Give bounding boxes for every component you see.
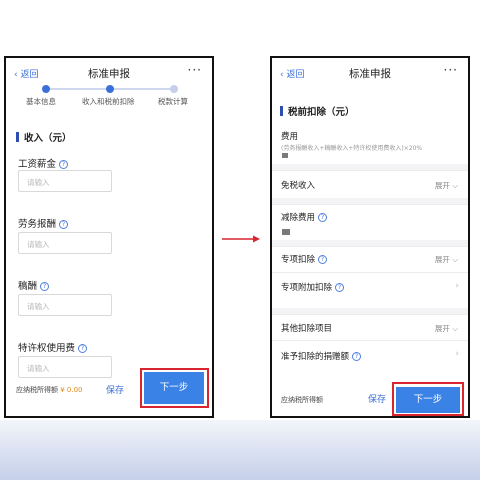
background-blur bbox=[0, 420, 480, 480]
more-icon[interactable]: ··· bbox=[188, 63, 202, 77]
taxable-income-amount: ¥ 0.00 bbox=[60, 386, 83, 394]
row-donation-deduction[interactable]: 准予扣除的捐赠额? › bbox=[272, 340, 468, 370]
franchise-fee-input[interactable]: 请输入 bbox=[18, 356, 112, 378]
fee-label: 费用 bbox=[281, 132, 299, 142]
row-label: 专项扣除? bbox=[281, 253, 328, 265]
right-screen: ‹ 返回 标准申报 ··· 税前扣除（元） 费用 (劳务报酬收入+稿酬收入+特许… bbox=[270, 56, 470, 418]
step-dot-2 bbox=[106, 85, 114, 93]
fee-formula-hint: (劳务报酬收入+稿酬收入+特许权使用费收入)×20% bbox=[281, 145, 423, 152]
field-label-salary: 工资薪金? bbox=[18, 156, 69, 170]
row-label: 准予扣除的捐赠额? bbox=[281, 350, 362, 362]
section-label: 税前扣除（元） bbox=[288, 107, 355, 118]
help-icon[interactable]: ? bbox=[352, 352, 362, 361]
step-label-2: 收入和税前扣除 bbox=[82, 97, 135, 106]
chevron-down-icon: ⌵ bbox=[452, 255, 458, 264]
highlight-box bbox=[140, 368, 209, 408]
save-button[interactable]: 保存 bbox=[368, 392, 386, 405]
help-icon[interactable]: ? bbox=[318, 255, 328, 264]
step-dot-3 bbox=[170, 85, 178, 93]
help-icon[interactable]: ? bbox=[318, 213, 328, 222]
row-special-additional-deduction[interactable]: 专项附加扣除? › bbox=[272, 272, 468, 308]
field-label-royalty: 稿酬? bbox=[18, 278, 50, 292]
help-icon[interactable]: ? bbox=[40, 282, 50, 291]
page-title: 标准申报 bbox=[88, 68, 130, 80]
row-label: 免税收入 bbox=[281, 181, 316, 191]
row-label: 减除费用? bbox=[281, 211, 328, 223]
section-marker bbox=[280, 106, 283, 116]
taxable-income-label: 应纳税所得额 bbox=[281, 396, 323, 404]
step-label-3: 税款计算 bbox=[158, 97, 188, 106]
nav-bar: ‹ 返回 标准申报 ··· bbox=[6, 63, 212, 84]
highlight-box bbox=[392, 382, 464, 416]
step-dot-1 bbox=[42, 85, 50, 93]
page-title: 标准申报 bbox=[349, 68, 391, 80]
save-button[interactable]: 保存 bbox=[106, 383, 124, 396]
chevron-down-icon: ⌵ bbox=[452, 324, 458, 333]
expand-toggle[interactable]: 展开 ⌵ bbox=[435, 180, 458, 191]
chevron-right-icon: › bbox=[455, 281, 459, 291]
row-label: 其他扣除项目 bbox=[281, 324, 333, 334]
row-special-deduction[interactable]: 专项扣除? 展开 ⌵ bbox=[272, 246, 468, 272]
help-icon[interactable]: ? bbox=[59, 160, 69, 169]
section-title: 税前扣除（元） bbox=[280, 104, 355, 118]
help-icon[interactable]: ? bbox=[78, 344, 88, 353]
chevron-right-icon: › bbox=[455, 349, 459, 359]
expand-toggle[interactable]: 展开 ⌵ bbox=[435, 323, 458, 334]
salary-input[interactable]: 请输入 bbox=[18, 170, 112, 192]
more-icon[interactable]: ··· bbox=[444, 63, 458, 77]
row-deduction-expense: 减除费用? bbox=[272, 204, 468, 240]
author-remuneration-input[interactable]: 请输入 bbox=[18, 294, 112, 316]
section-label: 收入（元） bbox=[24, 133, 72, 144]
row-label: 专项附加扣除? bbox=[281, 281, 345, 293]
taxable-income-label: 应纳税所得额 ¥ 0.00 bbox=[16, 386, 83, 394]
labor-remuneration-input[interactable]: 请输入 bbox=[18, 232, 112, 254]
value-redacted bbox=[282, 229, 290, 235]
left-screen: ‹ 返回 标准申报 ··· 基本信息 收入和税前扣除 税款计算 收入（元） 工资… bbox=[4, 56, 214, 418]
step-label-1: 基本信息 bbox=[26, 97, 56, 106]
fee-value-redacted bbox=[282, 153, 288, 158]
row-tax-free-income[interactable]: 免税收入 展开 ⌵ bbox=[272, 170, 468, 198]
expand-toggle[interactable]: 展开 ⌵ bbox=[435, 254, 458, 265]
section-marker bbox=[16, 132, 19, 142]
row-other-deductions[interactable]: 其他扣除项目 展开 ⌵ bbox=[272, 314, 468, 340]
chevron-down-icon: ⌵ bbox=[452, 181, 458, 190]
field-label-franchise: 特许权使用费? bbox=[18, 340, 88, 354]
help-icon[interactable]: ? bbox=[335, 283, 345, 292]
section-title: 收入（元） bbox=[16, 130, 72, 144]
nav-bar: ‹ 返回 标准申报 ··· bbox=[272, 63, 468, 84]
field-label-labor: 劳务报酬? bbox=[18, 216, 69, 230]
transition-arrow-icon bbox=[222, 235, 260, 243]
help-icon[interactable]: ? bbox=[59, 220, 69, 229]
